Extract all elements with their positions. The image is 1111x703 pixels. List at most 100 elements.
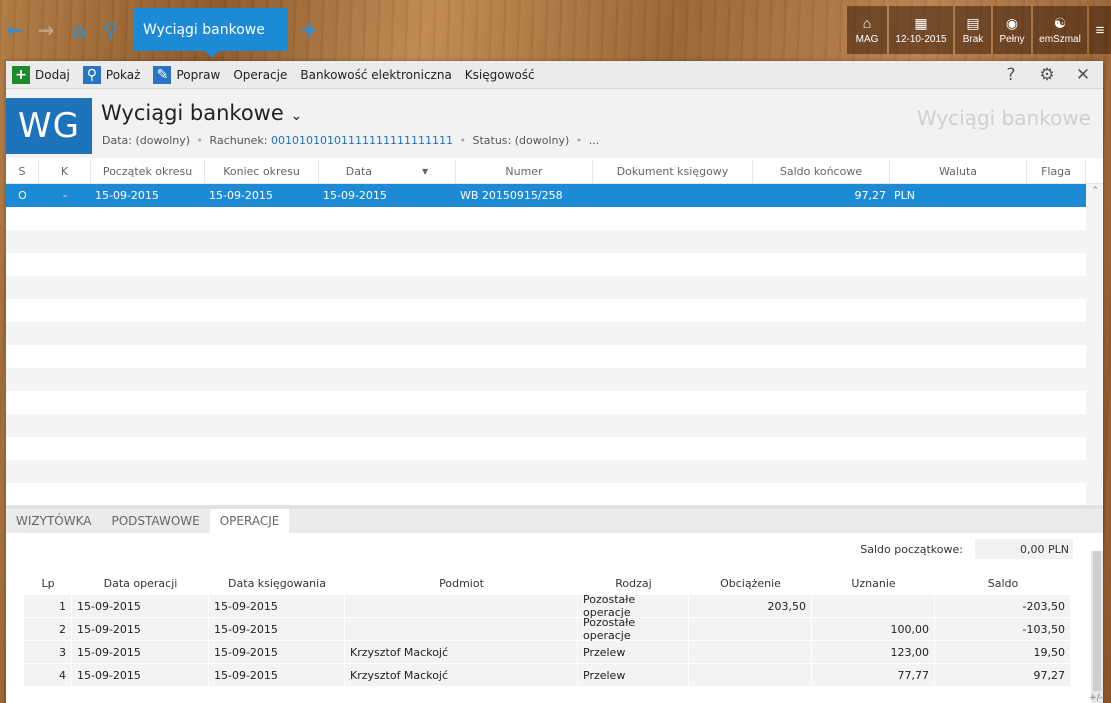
column-header[interactable]: Flaga xyxy=(1027,160,1086,183)
tile-date[interactable]: ▦ 12-10-2015 xyxy=(889,6,953,54)
edit-button[interactable]: ✎ Popraw xyxy=(153,65,220,84)
back-arrow-icon[interactable]: ← xyxy=(3,18,27,42)
cell-op-date: 15-09-2015 xyxy=(72,595,209,617)
window-controls: ? ⚙ ✕ xyxy=(1001,65,1093,85)
accounting-menu[interactable]: Księgowość xyxy=(465,68,535,82)
chevron-down-icon[interactable]: ⌄ xyxy=(290,108,302,124)
cell-type: Przelew xyxy=(578,641,689,663)
show-button[interactable]: ⚲ Pokaż xyxy=(82,65,141,84)
cell-currency: PLN xyxy=(894,189,915,202)
warehouse-icon: ⌂ xyxy=(862,14,872,31)
cell-book-date: 15-09-2015 xyxy=(209,664,345,686)
help-icon[interactable]: ? xyxy=(1001,65,1021,85)
gear-icon[interactable]: ⚙ xyxy=(1037,65,1057,85)
separator-dot: • xyxy=(196,134,204,147)
tab-operacje[interactable]: OPERACJE xyxy=(209,509,290,533)
search-icon[interactable]: ⚲ xyxy=(99,18,123,42)
cell-start: 15-09-2015 xyxy=(95,189,159,202)
page-watermark: Wyciągi bankowe xyxy=(916,106,1091,130)
page-header: WG Wyciągi bankowe ⌄ Data: (dowolny) • R… xyxy=(6,89,1103,158)
calendar-icon: ▦ xyxy=(914,14,928,31)
top-navigation: ← → ⌂ ⚲ Wyciągi bankowe + ⌂ MAG ▦ 12-10-… xyxy=(0,0,1111,60)
ebanking-menu[interactable]: Bankowość elektroniczna xyxy=(300,68,451,82)
column-header[interactable]: Podmiot xyxy=(345,573,578,593)
cell-entity xyxy=(345,618,578,640)
tile-emszmal[interactable]: ☯ emSzmal xyxy=(1033,6,1087,54)
close-icon[interactable]: ✕ xyxy=(1073,65,1093,85)
filter-status-label: Status: xyxy=(472,134,512,147)
forward-arrow-icon[interactable]: → xyxy=(34,18,58,42)
column-header[interactable]: Obciążenie xyxy=(689,573,812,593)
column-header[interactable]: Uznanie xyxy=(812,573,935,593)
column-header[interactable]: Saldo końcowe xyxy=(753,160,890,183)
operations-scrollbar[interactable] xyxy=(1091,551,1103,703)
filter-status-value[interactable]: (dowolny) xyxy=(515,134,570,147)
empty-row xyxy=(6,368,1103,391)
empty-row xyxy=(6,437,1103,460)
cell-book-date: 15-09-2015 xyxy=(209,595,345,617)
home-icon[interactable]: ⌂ xyxy=(67,18,91,42)
column-header[interactable]: Koniec okresu xyxy=(205,160,319,183)
filter-bar: Data: (dowolny) • Rachunek: 001010101011… xyxy=(102,134,599,147)
opening-balance-label: Saldo początkowe: xyxy=(860,543,963,556)
filter-data-value[interactable]: (dowolny) xyxy=(135,134,190,147)
empty-row xyxy=(6,391,1103,414)
scrollbar-thumb[interactable] xyxy=(1093,551,1101,691)
plus-icon[interactable]: + xyxy=(300,18,318,43)
hamburger-menu-icon[interactable]: ≡ xyxy=(1089,6,1111,54)
empty-row xyxy=(6,299,1103,322)
tab-wizytowka[interactable]: WIZYTÓWKA xyxy=(6,509,101,533)
column-header[interactable]: K xyxy=(39,160,91,183)
separator-dot: • xyxy=(459,134,466,147)
column-header[interactable]: Data ▼ xyxy=(319,160,456,183)
add-label: Dodaj xyxy=(35,67,70,82)
scroll-up-icon[interactable]: ⌃ xyxy=(1091,186,1099,196)
tab-wyciagi-bankowe[interactable]: Wyciągi bankowe xyxy=(133,8,288,58)
column-header[interactable]: Początek okresu xyxy=(91,160,205,183)
cell-debit: 203,50 xyxy=(689,595,812,617)
cell-balance: 19,50 xyxy=(935,641,1071,663)
column-header-label: Data xyxy=(345,165,373,178)
filter-account-label: Rachunek: xyxy=(209,134,268,147)
module-logo: WG xyxy=(6,98,92,154)
filter-account-value[interactable]: 00101010101111111111111111 xyxy=(271,134,453,147)
column-header[interactable]: Rodzaj xyxy=(578,573,689,593)
cell-doc xyxy=(593,184,753,207)
column-header[interactable]: Lp xyxy=(24,573,72,593)
tile-mag[interactable]: ⌂ MAG xyxy=(847,6,887,54)
cell-balance: -203,50 xyxy=(935,595,1071,617)
tile-label: Brak xyxy=(962,33,984,45)
tile-pelny[interactable]: ◉ Pełny xyxy=(993,6,1031,54)
tile-label: emSzmal xyxy=(1039,33,1081,45)
cell-debit xyxy=(689,618,812,640)
column-header[interactable]: Data operacji xyxy=(72,573,209,593)
table-row[interactable]: 4 15-09-2015 15-09-2015 Krzysztof Mackoj… xyxy=(24,664,1071,687)
page-title-text: Wyciągi bankowe xyxy=(101,101,284,125)
tab-podstawowe[interactable]: PODSTAWOWE xyxy=(101,509,209,533)
plus-minus-toggle[interactable]: +/- xyxy=(1089,693,1103,703)
operations-menu[interactable]: Operacje xyxy=(233,68,287,82)
column-header[interactable]: Numer xyxy=(456,160,593,183)
table-row[interactable]: 2 15-09-2015 15-09-2015 Pozostałe operac… xyxy=(24,616,1071,642)
cell-op-date: 15-09-2015 xyxy=(72,664,209,686)
column-header[interactable]: Saldo xyxy=(935,573,1071,593)
cell-credit xyxy=(812,595,935,617)
add-button[interactable]: + Dodaj xyxy=(12,65,70,84)
operations-header: Lp Data operacji Data księgowania Podmio… xyxy=(24,573,1071,593)
filter-more[interactable]: ... xyxy=(589,134,600,147)
tile-brak[interactable]: ▤ Brak xyxy=(955,6,991,54)
table-row[interactable]: 3 15-09-2015 15-09-2015 Krzysztof Mackoj… xyxy=(24,641,1071,664)
table-row[interactable]: O - 15-09-2015 15-09-2015 15-09-2015 WB … xyxy=(6,184,1103,207)
empty-row xyxy=(6,276,1103,299)
table-row[interactable]: 1 15-09-2015 15-09-2015 Pozostałe operac… xyxy=(24,593,1071,619)
column-header[interactable]: Data księgowania xyxy=(209,573,345,593)
cell-op-date: 15-09-2015 xyxy=(72,641,209,663)
page-title[interactable]: Wyciągi bankowe ⌄ xyxy=(101,101,302,125)
column-header[interactable]: Dokument księgowy xyxy=(593,160,753,183)
column-header[interactable]: Waluta xyxy=(890,160,1027,183)
column-header[interactable]: S xyxy=(6,160,39,183)
cell-type: Pozostałe operacje xyxy=(578,616,689,642)
operations-list: 1 15-09-2015 15-09-2015 Pozostałe operac… xyxy=(24,593,1071,687)
status-tiles: ⌂ MAG ▦ 12-10-2015 ▤ Brak ◉ Pełny ☯ emSz… xyxy=(847,6,1111,54)
show-label: Pokaż xyxy=(105,67,141,82)
